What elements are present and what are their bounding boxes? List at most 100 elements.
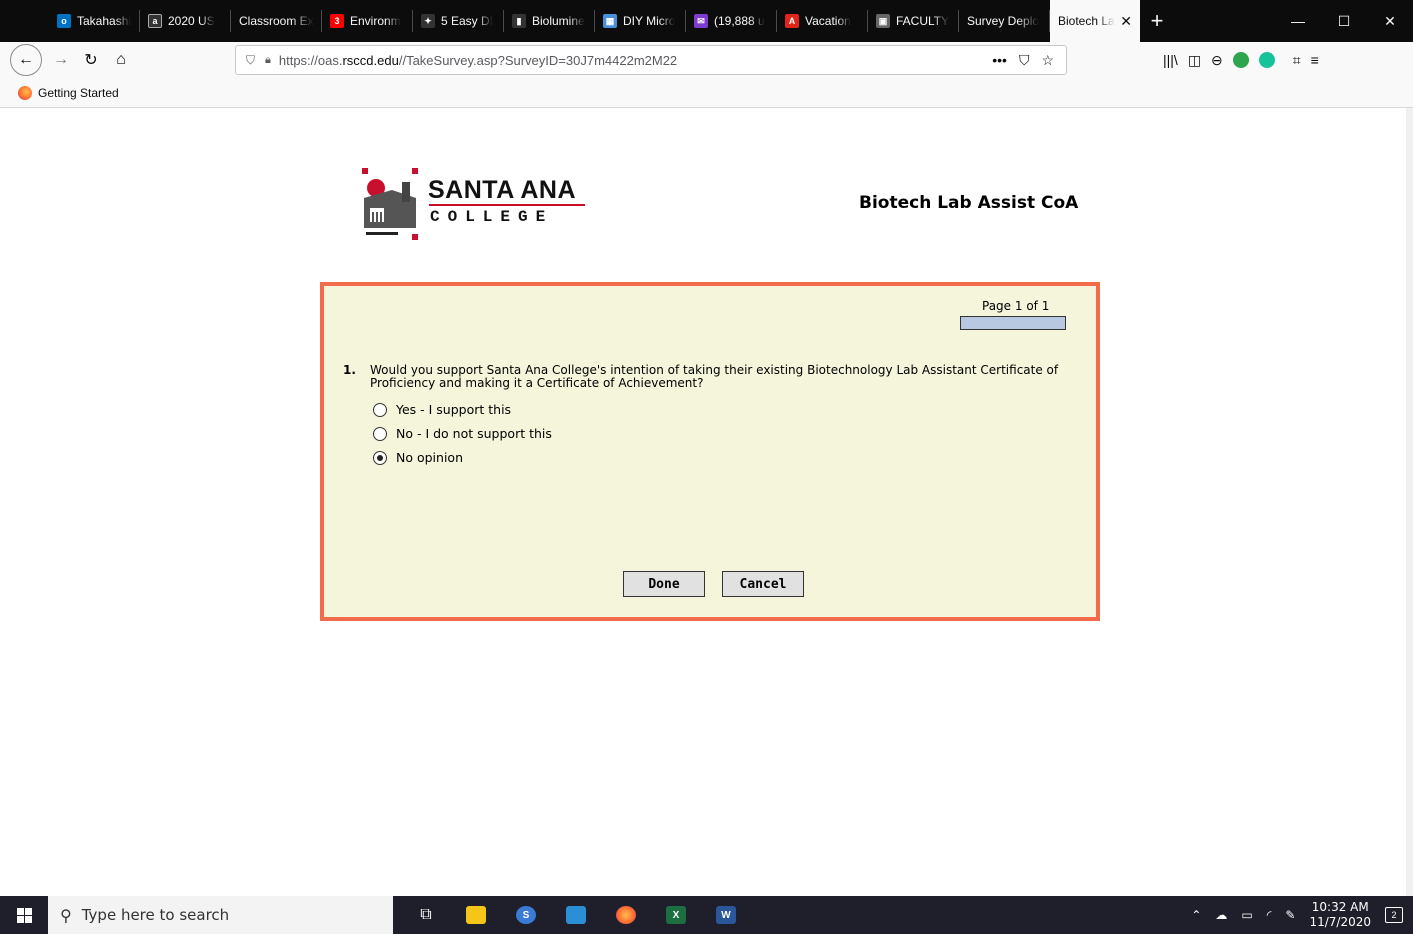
- scrollbar[interactable]: [1406, 108, 1413, 896]
- arrow-left-icon: ←: [18, 51, 34, 68]
- account-icon[interactable]: ⊖: [1211, 52, 1223, 69]
- folder-icon: [466, 906, 486, 924]
- bookmark-star-icon[interactable]: ☆: [1041, 52, 1054, 69]
- url-domain: rsccd.edu: [342, 52, 399, 68]
- chevron-up-icon[interactable]: ⌃: [1191, 908, 1201, 922]
- bookmarks-bar: Getting Started: [0, 78, 1413, 108]
- survey-title: Biotech Lab Assist CoA: [859, 193, 1079, 213]
- search-placeholder: Type here to search: [81, 906, 230, 924]
- logo-line-1: SANTA ANA: [428, 176, 577, 204]
- lock-icon[interactable]: 🔒︎: [265, 54, 271, 67]
- tab[interactable]: 3 Environm: [322, 0, 413, 42]
- library-icon[interactable]: |||\: [1163, 52, 1178, 68]
- question-text: Would you support Santa Ana College's in…: [370, 363, 1059, 390]
- tab[interactable]: ✦ 5 Easy DI: [413, 0, 504, 42]
- bookmark-getting-started[interactable]: Getting Started: [38, 86, 119, 100]
- word-icon: W: [716, 906, 736, 924]
- radio-yes[interactable]: [373, 402, 387, 417]
- firefox-button[interactable]: [601, 896, 651, 934]
- home-icon: ⌂: [116, 51, 126, 68]
- tab[interactable]: A Vacation: [777, 0, 868, 42]
- maximize-button[interactable]: ☐: [1321, 0, 1367, 42]
- page-indicator: Page 1 of 1: [982, 299, 1050, 313]
- url-prefix: https://oas.: [278, 52, 343, 68]
- firefox-icon: [616, 906, 636, 924]
- windows-icon: [16, 907, 32, 923]
- tab-active[interactable]: Biotech La ✕: [1050, 0, 1140, 42]
- tab[interactable]: ✉ (19,888 u: [686, 0, 777, 42]
- excel-icon: X: [666, 906, 686, 924]
- minimize-button[interactable]: —: [1275, 0, 1321, 42]
- tab-bar: o Takahashi a 2020 US Classroom Ex 3 Enviro…: [0, 0, 1413, 42]
- sync-icon: S: [516, 906, 536, 924]
- extension-icon[interactable]: [1232, 52, 1249, 68]
- mail-icon: ✉: [694, 14, 708, 28]
- question-number: 1.: [343, 363, 356, 377]
- bookmark-icon: ▮: [512, 14, 526, 28]
- start-button[interactable]: [0, 896, 48, 934]
- url-path: //TakeSurvey.asp?SurveyID=30J7m4422m2M22: [398, 52, 678, 68]
- arrow-right-icon: →: [53, 51, 69, 68]
- option-label: Yes - I support this: [396, 402, 512, 417]
- firefox-icon: [18, 85, 32, 100]
- screen: o Takahashi a 2020 US Classroom Ex 3 Enviro…: [0, 0, 1413, 934]
- url-bar[interactable]: ⛉ 🔒︎ https://oas. rsccd.edu//TakeSurvey.a…: [235, 45, 1067, 75]
- progress-bar: [960, 316, 1066, 330]
- grammarly-icon[interactable]: [1258, 52, 1275, 68]
- close-window-button[interactable]: ✕: [1367, 0, 1413, 42]
- close-icon[interactable]: ✕: [1120, 13, 1132, 30]
- sidebar-icon[interactable]: ◫: [1188, 52, 1201, 69]
- task-view-button[interactable]: ⧉: [401, 896, 451, 934]
- home-button[interactable]: ⌂: [106, 45, 136, 75]
- app-button[interactable]: S: [501, 896, 551, 934]
- battery-icon[interactable]: ▭: [1241, 908, 1252, 922]
- adobe-icon: A: [785, 14, 799, 28]
- tab[interactable]: ▦ DIY Micro: [595, 0, 686, 42]
- reload-button[interactable]: ↻: [76, 45, 106, 75]
- tab[interactable]: Survey Deplo: [959, 0, 1050, 42]
- option-no[interactable]: No - I do not support this: [373, 426, 552, 441]
- tab[interactable]: ▣ FACULTY: [868, 0, 959, 42]
- santa-ana-college-logo: SANTA ANA COLLEGE: [362, 168, 592, 240]
- tab[interactable]: a 2020 US: [140, 0, 231, 42]
- pocket-icon[interactable]: ⛉: [1019, 52, 1030, 69]
- app-icon: [566, 906, 586, 924]
- back-button[interactable]: ←: [10, 44, 42, 76]
- clock[interactable]: 10:32 AM 11/7/2020: [1309, 900, 1371, 930]
- system-tray: ⌃ ☁ ▭ ◜ ✎ 10:32 AM 11/7/2020 2: [1191, 900, 1413, 930]
- survey-panel: Page 1 of 1 1. Would you support Santa A…: [320, 282, 1100, 621]
- image-icon: ▦: [603, 14, 617, 28]
- tab[interactable]: Classroom Ex: [231, 0, 322, 42]
- new-tab-button[interactable]: +: [1140, 0, 1174, 42]
- taskbar-search[interactable]: ⚲ Type here to search: [48, 896, 393, 934]
- radio-no-opinion[interactable]: [373, 450, 387, 465]
- cloud-icon[interactable]: ☁: [1215, 908, 1227, 922]
- shield-icon[interactable]: ⛉: [246, 53, 255, 68]
- tab[interactable]: o Takahashi: [49, 0, 140, 42]
- clock-time: 10:32 AM: [1311, 900, 1369, 914]
- navigation-bar: ← → ↻ ⌂ ⛉ 🔒︎ https://oas. rsccd.edu//Take…: [0, 42, 1413, 78]
- excel-button[interactable]: X: [651, 896, 701, 934]
- tab[interactable]: ▮ Biolumine: [504, 0, 595, 42]
- app-button[interactable]: [551, 896, 601, 934]
- pen-icon[interactable]: ✎: [1285, 908, 1295, 922]
- option-label: No opinion: [396, 450, 463, 465]
- forward-button[interactable]: →: [46, 45, 76, 75]
- option-no-opinion[interactable]: No opinion: [373, 450, 463, 465]
- option-yes[interactable]: Yes - I support this: [373, 402, 511, 417]
- clock-date: 11/7/2020: [1309, 915, 1371, 929]
- notification-icon[interactable]: 2: [1385, 907, 1403, 923]
- file-explorer-button[interactable]: [451, 896, 501, 934]
- more-actions-icon[interactable]: •••: [992, 52, 1007, 69]
- page-content: SANTA ANA COLLEGE Biotech Lab Assist CoA…: [0, 108, 1406, 896]
- word-button[interactable]: W: [701, 896, 751, 934]
- radio-no[interactable]: [373, 426, 387, 441]
- done-button[interactable]: Done: [623, 571, 705, 597]
- wifi-icon[interactable]: ◜: [1267, 908, 1272, 922]
- windows-taskbar: ⚲ Type here to search ⧉ S X W ⌃ ☁ ▭ ◜ ✎ …: [0, 896, 1413, 934]
- search-icon: ⚲: [60, 905, 72, 925]
- extensions-icon[interactable]: ⌗: [1293, 52, 1301, 69]
- cancel-button[interactable]: Cancel: [722, 571, 804, 597]
- college-building-icon: [362, 168, 418, 240]
- menu-icon[interactable]: ≡: [1311, 52, 1319, 68]
